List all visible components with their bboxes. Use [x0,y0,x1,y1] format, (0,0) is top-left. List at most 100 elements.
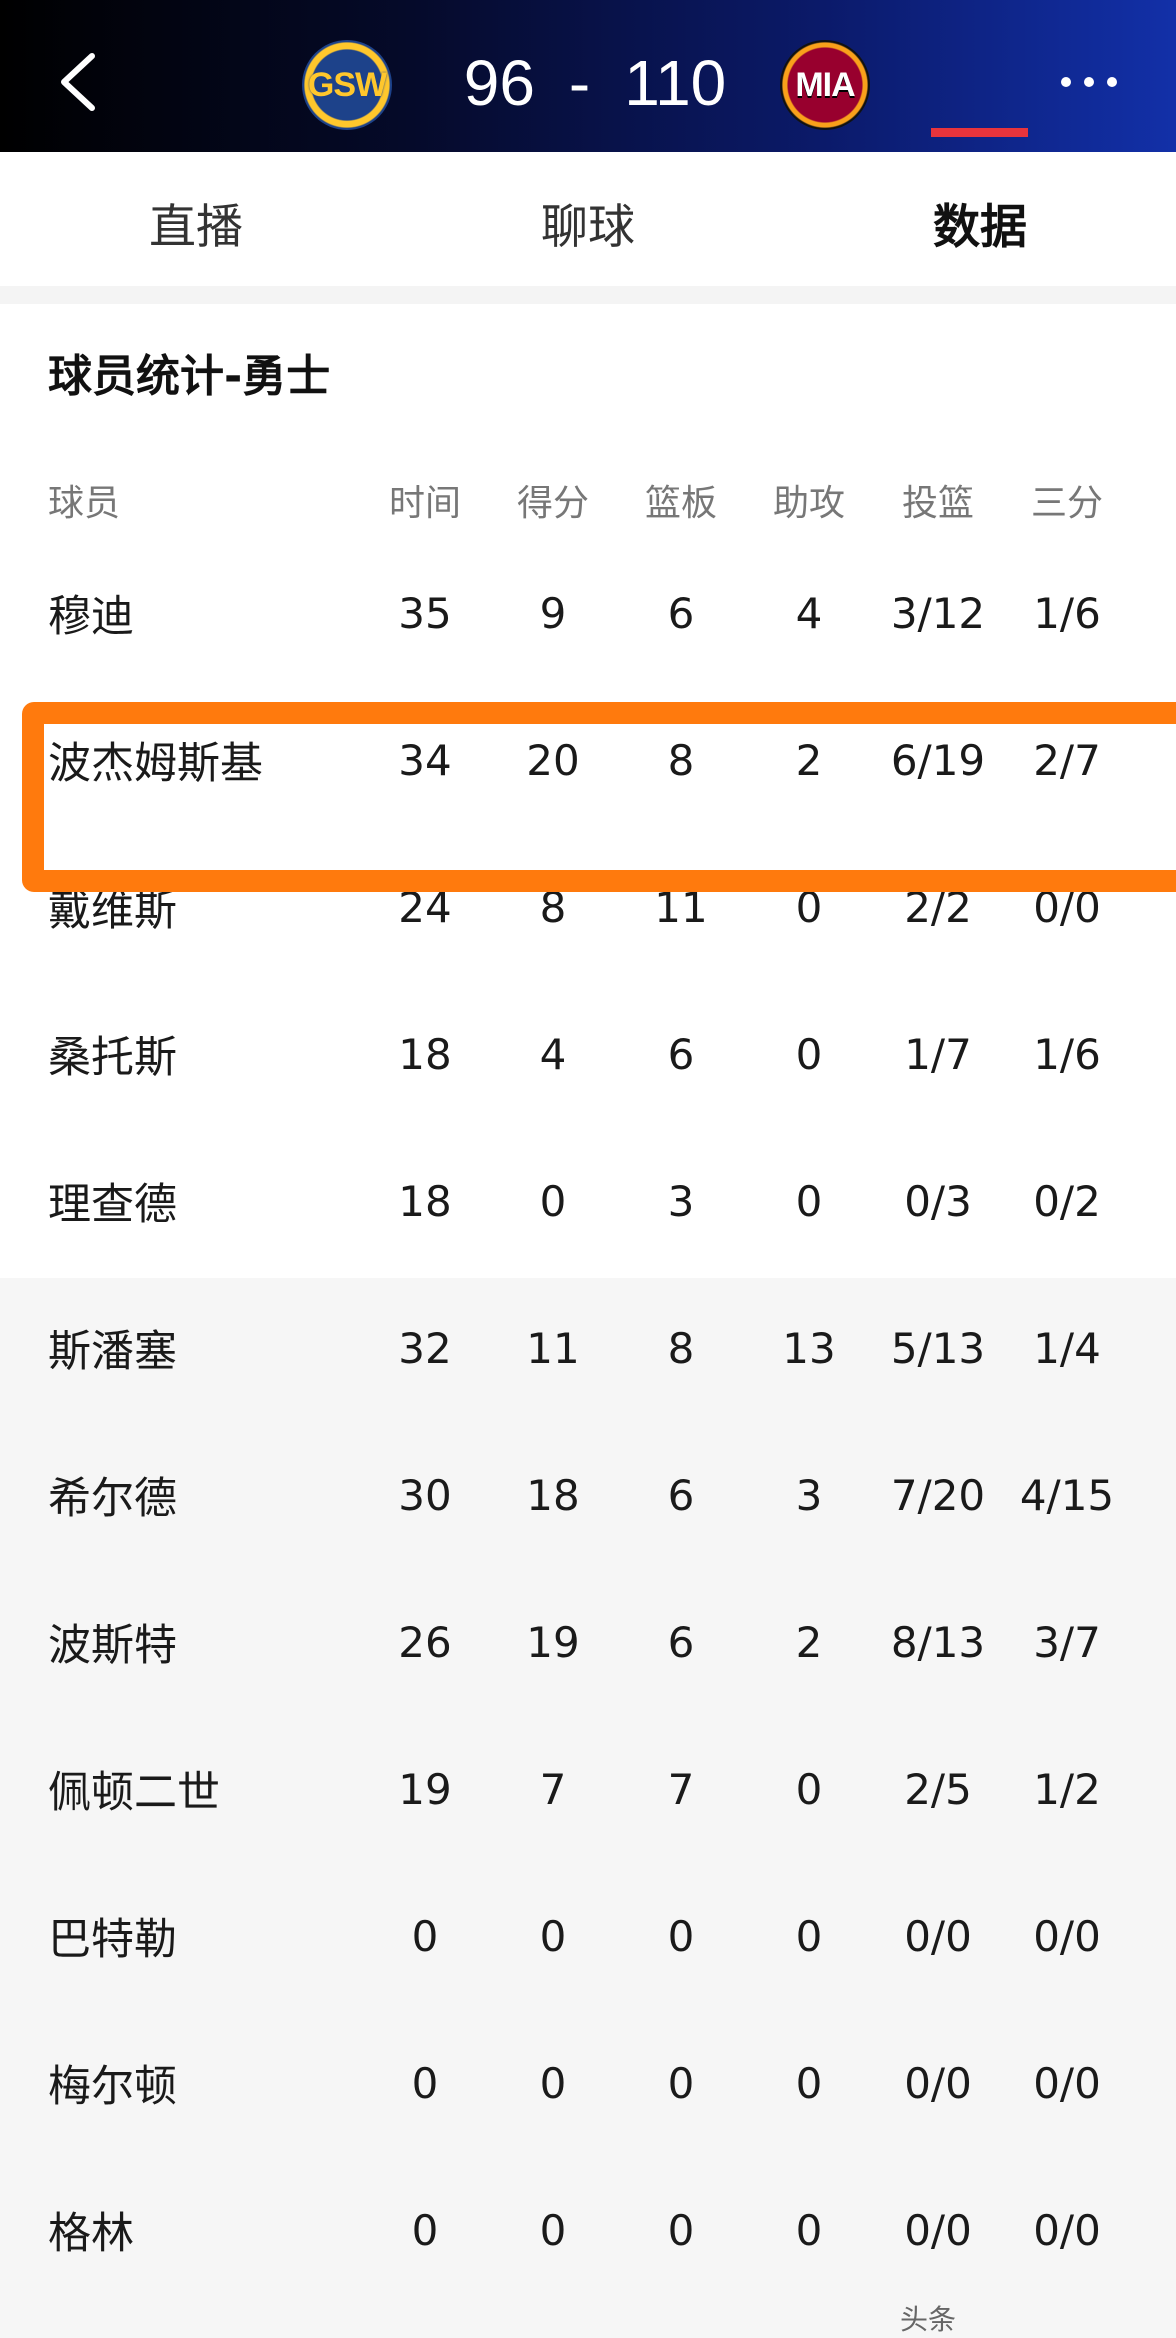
tab-data[interactable]: 数据 [933,188,1027,255]
stat-field-goals: 2/2 [904,882,972,932]
stat-free-throws: 0 [1136,1863,1176,2009]
away-team-logo[interactable]: MIA [780,40,870,130]
stat-three-pointers: 0/0 [1033,1911,1101,1961]
stat-three-pointers: 1/6 [1033,1029,1101,1079]
more-options-icon[interactable] [1058,70,1120,94]
player-name: 戴维斯 [48,886,177,936]
stat-points: 0 [539,2205,567,2255]
player-name: 波杰姆斯基 [48,739,263,789]
table-row[interactable]: 穆迪 35 9 6 4 3/12 1/6 2 [0,540,1176,686]
tab-live[interactable]: 直播 [149,188,243,255]
stat-field-goals: 2/5 [904,1764,972,1814]
stat-minutes: 26 [398,1617,452,1667]
table-row[interactable]: 理查德 18 0 3 0 0/3 0/2 0 [0,1128,1176,1274]
stat-free-throws: 0 [1136,2010,1176,2156]
stat-three-pointers: 0/0 [1033,882,1101,932]
home-team-logo[interactable]: GSW [302,40,392,130]
stat-rebounds: 8 [667,735,695,785]
stat-minutes: 0 [411,2205,439,2255]
stat-three-pointers: 0/0 [1033,2058,1101,2108]
away-score: 110 [624,47,727,119]
stat-points: 19 [526,1617,580,1667]
stat-points: 11 [526,1323,580,1373]
player-name: 梅尔顿 [48,2062,177,2112]
stat-minutes: 18 [398,1176,452,1226]
stat-free-throws: 0 [1136,1569,1176,1715]
score-separator: - [568,47,591,119]
stat-minutes: 0 [411,1911,439,1961]
player-name: 格林 [48,2209,134,2259]
home-score: 96 [463,47,535,119]
stat-field-goals: 0/0 [904,1911,972,1961]
tab-bar: 直播 聊球 数据 [0,152,1176,286]
stat-assists: 3 [795,1470,823,1520]
stat-field-goals: 5/13 [890,1323,986,1373]
stat-free-throws: 1 [1136,981,1176,1127]
table-row[interactable]: 波杰姆斯基 34 20 8 2 6/19 2/7 [0,687,1176,833]
home-team-abbr: GSW [307,65,387,104]
stat-field-goals: 6/19 [890,735,986,785]
player-name: 理查德 [48,1180,177,1230]
table-row[interactable]: 梅尔顿 0 0 0 0 0/0 0/0 0 [0,2010,1176,2156]
stat-rebounds: 6 [667,1029,695,1079]
table-row[interactable]: 戴维斯 24 8 11 0 2/2 0/0 4 [0,834,1176,980]
stat-rebounds: 6 [667,1470,695,1520]
stat-assists: 2 [795,735,823,785]
stat-points: 7 [539,1764,567,1814]
stat-free-throws [1136,687,1176,833]
stat-points: 18 [526,1470,580,1520]
stat-rebounds: 0 [667,2058,695,2108]
stat-three-pointers: 1/4 [1033,1323,1101,1373]
player-name: 穆迪 [48,592,134,642]
stat-assists: 0 [795,1764,823,1814]
table-row[interactable]: 巴特勒 0 0 0 0 0/0 0/0 0 [0,1863,1176,2009]
stat-three-pointers: 4/15 [1019,1470,1115,1520]
stat-free-throws: 0 [1136,1275,1176,1421]
stat-minutes: 18 [398,1029,452,1079]
player-name: 波斯特 [48,1621,177,1671]
table-row[interactable]: 希尔德 30 18 6 3 7/20 4/15 0 [0,1422,1176,1568]
stat-points: 8 [539,882,567,932]
stat-rebounds: 6 [667,1617,695,1667]
stat-field-goals: 8/13 [890,1617,986,1667]
stat-assists: 0 [795,1029,823,1079]
stat-assists: 0 [795,1176,823,1226]
stat-rebounds: 8 [667,1323,695,1373]
stat-three-pointers: 1/2 [1033,1764,1101,1814]
back-arrow-icon[interactable] [56,52,102,112]
table-row[interactable]: 斯潘塞 32 11 8 13 5/13 1/4 0 [0,1275,1176,1421]
table-row[interactable]: 桑托斯 18 4 6 0 1/7 1/6 1 [0,981,1176,1127]
stat-free-throws: 0 [1136,1128,1176,1274]
stat-assists: 2 [795,1617,823,1667]
stat-field-goals: 0/0 [904,2205,972,2255]
player-name: 桑托斯 [48,1033,177,1083]
stat-points: 20 [526,735,580,785]
player-name: 斯潘塞 [48,1327,177,1377]
stat-minutes: 24 [398,882,452,932]
stat-field-goals: 0/3 [904,1176,972,1226]
stat-rebounds: 0 [667,1911,695,1961]
stat-minutes: 35 [398,588,452,638]
table-row[interactable]: 格林 0 0 0 0 0/0 0/0 0 [0,2157,1176,2303]
stat-assists: 0 [795,882,823,932]
stat-points: 4 [539,1029,567,1079]
table-row[interactable]: 波斯特 26 19 6 2 8/13 3/7 0 [0,1569,1176,1715]
player-name: 希尔德 [48,1474,177,1524]
table-row[interactable]: 佩顿二世 19 7 7 0 2/5 1/2 2 [0,1716,1176,1862]
stat-points: 0 [539,1911,567,1961]
stat-three-pointers: 0/2 [1033,1176,1101,1226]
stat-three-pointers: 1/6 [1033,588,1101,638]
stat-free-throws: 0 [1136,1422,1176,1568]
stat-three-pointers: 2/7 [1033,735,1101,785]
tab-chat[interactable]: 聊球 [541,188,635,255]
stat-points: 9 [539,588,567,638]
stat-rebounds: 0 [667,2205,695,2255]
active-tab-indicator [931,128,1028,137]
away-team-abbr: MIA [795,65,855,104]
stat-minutes: 34 [398,735,452,785]
stat-minutes: 32 [398,1323,452,1373]
stat-assists: 4 [795,588,823,638]
watermark: 头条 [900,2303,957,2336]
stat-minutes: 19 [398,1764,452,1814]
player-name: 佩顿二世 [48,1768,220,1818]
